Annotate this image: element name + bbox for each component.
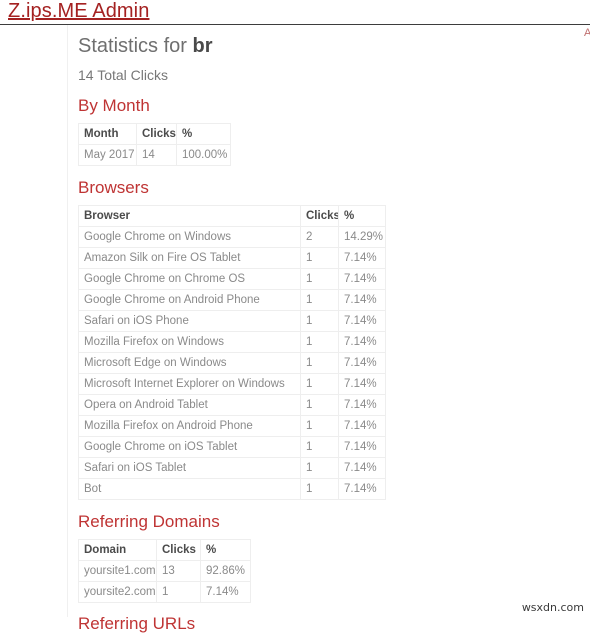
- cell-percent: 7.14%: [338, 352, 386, 374]
- referring-domains-table: Domain Clicks % yoursite1.com 13 92.86% …: [78, 539, 251, 603]
- cell-clicks: 1: [300, 289, 339, 311]
- table-row: yoursite1.com 13 92.86%: [78, 560, 251, 582]
- column-header-clicks: Clicks: [136, 123, 177, 145]
- cell-browser: Google Chrome on Android Phone: [78, 289, 301, 311]
- cell-percent: 7.14%: [338, 268, 386, 290]
- cell-clicks: 1: [300, 352, 339, 374]
- brand-link[interactable]: Z.ips.ME Admin: [8, 0, 149, 23]
- cell-browser: Mozilla Firefox on Android Phone: [78, 415, 301, 437]
- column-header-percent: %: [176, 123, 231, 145]
- column-header-domain: Domain: [78, 539, 157, 561]
- cell-clicks: 1: [156, 581, 201, 603]
- cell-browser: Google Chrome on iOS Tablet: [78, 436, 301, 458]
- cell-percent: 7.14%: [338, 289, 386, 311]
- cell-clicks: 1: [300, 247, 339, 269]
- cell-percent: 7.14%: [338, 457, 386, 479]
- table-row: Google Chrome on Chrome OS 1 7.14%: [78, 268, 386, 290]
- table-row: Opera on Android Tablet 1 7.14%: [78, 394, 386, 416]
- cell-browser: Mozilla Firefox on Windows: [78, 331, 301, 353]
- cell-percent: 7.14%: [338, 310, 386, 332]
- cell-browser: Safari on iOS Phone: [78, 310, 301, 332]
- cell-percent: 7.14%: [338, 247, 386, 269]
- column-header-percent: %: [338, 205, 386, 227]
- table-row: Google Chrome on Windows 2 14.29%: [78, 226, 386, 248]
- cell-domain: yoursite2.com: [78, 581, 157, 603]
- table-row: Amazon Silk on Fire OS Tablet 1 7.14%: [78, 247, 386, 269]
- cell-percent: 7.14%: [338, 436, 386, 458]
- cell-percent: 7.14%: [338, 331, 386, 353]
- table-row: Mozilla Firefox on Windows 1 7.14%: [78, 331, 386, 353]
- section-heading-by-month: By Month: [78, 96, 150, 115]
- column-header-browser: Browser: [78, 205, 301, 227]
- cell-clicks: 1: [300, 436, 339, 458]
- browsers-table: Browser Clicks % Google Chrome on Window…: [78, 205, 386, 500]
- cell-browser: Bot: [78, 478, 301, 500]
- cell-browser: Google Chrome on Chrome OS: [78, 268, 301, 290]
- cell-percent: 14.29%: [338, 226, 386, 248]
- table-header-row: Browser Clicks %: [78, 205, 386, 227]
- table-row: Bot 1 7.14%: [78, 478, 386, 500]
- page-title-prefix: Statistics for: [78, 35, 193, 57]
- table-row: Microsoft Edge on Windows 1 7.14%: [78, 352, 386, 374]
- cell-clicks: 1: [300, 415, 339, 437]
- cell-clicks: 1: [300, 457, 339, 479]
- table-row: May 2017 14 100.00%: [78, 144, 231, 166]
- cell-browser: Amazon Silk on Fire OS Tablet: [78, 247, 301, 269]
- cell-browser: Opera on Android Tablet: [78, 394, 301, 416]
- cell-percent: 100.00%: [176, 144, 231, 166]
- top-navbar: Z.ips.ME Admin A: [0, 0, 590, 39]
- cell-percent: 7.14%: [338, 373, 386, 395]
- table-row: Mozilla Firefox on Android Phone 1 7.14%: [78, 415, 386, 437]
- cell-clicks: 14: [136, 144, 177, 166]
- table-row: Google Chrome on iOS Tablet 1 7.14%: [78, 436, 386, 458]
- cell-clicks: 1: [300, 268, 339, 290]
- cell-percent: 7.14%: [338, 415, 386, 437]
- page-title: Statistics for br: [78, 25, 590, 58]
- column-header-clicks: Clicks: [300, 205, 339, 227]
- cell-clicks: 1: [300, 394, 339, 416]
- cell-browser: Microsoft Internet Explorer on Windows: [78, 373, 301, 395]
- cell-clicks: 13: [156, 560, 201, 582]
- cell-percent: 7.14%: [338, 478, 386, 500]
- column-header-clicks: Clicks: [156, 539, 201, 561]
- total-clicks-text: 14 Total Clicks: [78, 67, 169, 83]
- table-header-row: Month Clicks %: [78, 123, 231, 145]
- table-row: Google Chrome on Android Phone 1 7.14%: [78, 289, 386, 311]
- main-content: Statistics for br 14 Total Clicks By Mon…: [78, 25, 590, 633]
- page-title-slug: br: [192, 35, 213, 57]
- cell-domain: yoursite1.com: [78, 560, 157, 582]
- cell-percent: 7.14%: [200, 581, 251, 603]
- cell-clicks: 1: [300, 373, 339, 395]
- table-header-row: Domain Clicks %: [78, 539, 251, 561]
- page-body: Statistics for br 14 Total Clicks By Mon…: [0, 25, 590, 633]
- cell-percent: 92.86%: [200, 560, 251, 582]
- cell-clicks: 1: [300, 310, 339, 332]
- table-row: Safari on iOS Tablet 1 7.14%: [78, 457, 386, 479]
- table-row: yoursite2.com 1 7.14%: [78, 581, 251, 603]
- cell-browser: Safari on iOS Tablet: [78, 457, 301, 479]
- cell-percent: 7.14%: [338, 394, 386, 416]
- watermark: wsxdn.com: [521, 601, 584, 614]
- content-left-rule: [67, 25, 68, 617]
- cell-browser: Google Chrome on Windows: [78, 226, 301, 248]
- cell-clicks: 2: [300, 226, 339, 248]
- cell-clicks: 1: [300, 478, 339, 500]
- section-heading-browsers: Browsers: [78, 178, 149, 197]
- column-header-percent: %: [200, 539, 251, 561]
- by-month-table: Month Clicks % May 2017 14 100.00%: [78, 123, 231, 166]
- section-heading-referring-domains: Referring Domains: [78, 512, 220, 531]
- table-row: Safari on iOS Phone 1 7.14%: [78, 310, 386, 332]
- table-row: Microsoft Internet Explorer on Windows 1…: [78, 373, 386, 395]
- column-header-month: Month: [78, 123, 137, 145]
- cell-month: May 2017: [78, 144, 137, 166]
- section-heading-clipped: Referring URLs: [78, 614, 196, 633]
- cell-browser: Microsoft Edge on Windows: [78, 352, 301, 374]
- cell-clicks: 1: [300, 331, 339, 353]
